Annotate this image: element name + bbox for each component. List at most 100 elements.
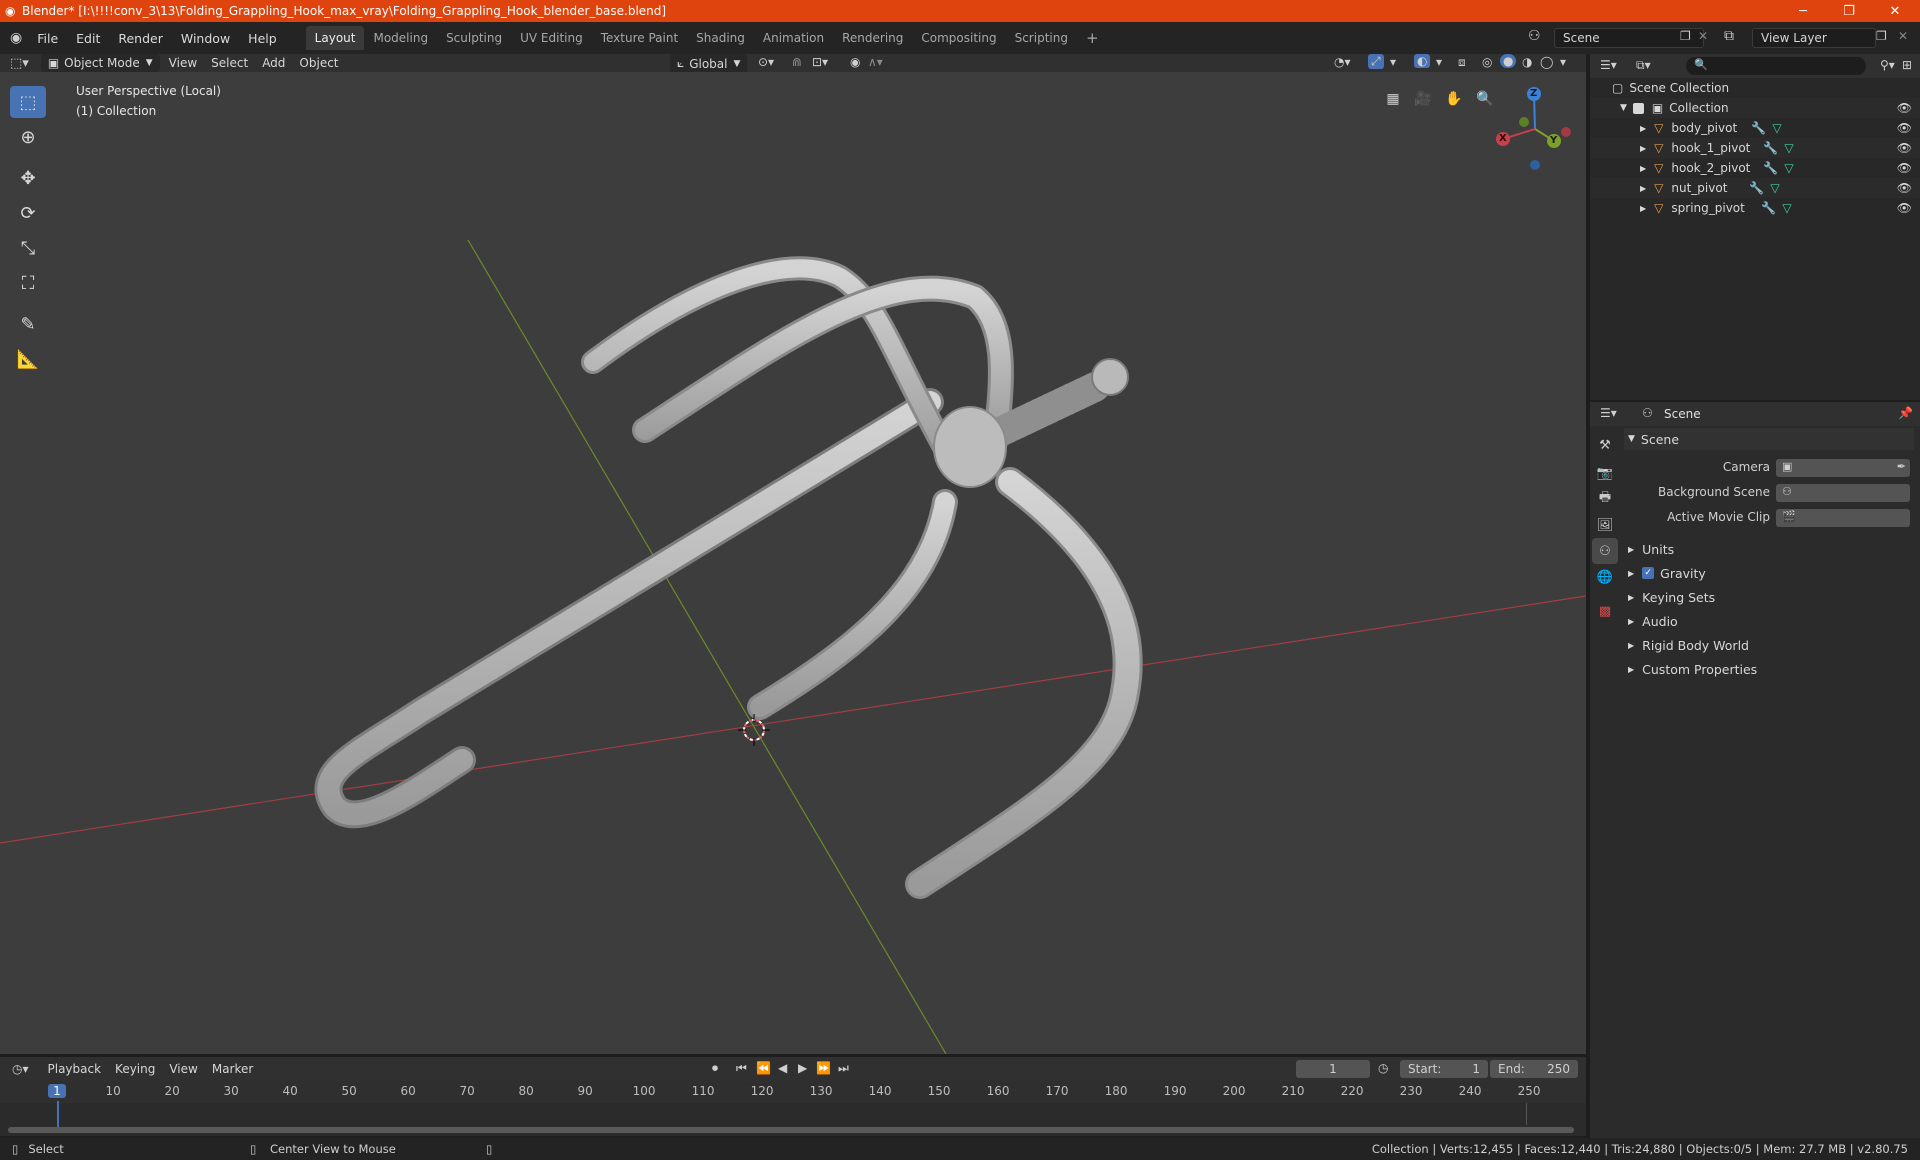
shading-rendered-icon[interactable]: ◯	[1540, 55, 1553, 69]
shading-solid-icon[interactable]: ●	[1500, 54, 1517, 68]
proportional-editing-icon[interactable]: ◉	[850, 55, 860, 69]
camera-view-icon[interactable]: 🎥	[1410, 86, 1436, 112]
shading-wireframe-icon[interactable]: ◎	[1482, 55, 1492, 69]
timeline-menu-marker[interactable]: Marker	[205, 1060, 260, 1078]
tab-scripting[interactable]: Scripting	[1006, 26, 1077, 50]
viewport-menu-select[interactable]: Select	[204, 54, 255, 72]
viewport-menu-object[interactable]: Object	[292, 54, 345, 72]
collection-checkbox[interactable]	[1632, 102, 1644, 114]
outliner-row-object[interactable]: ▶ ▽ spring_pivot 🔧 ▽ 👁	[1590, 198, 1920, 218]
display-mode-icon[interactable]: ⧉▾	[1636, 58, 1651, 73]
view-layer-field[interactable]: View Layer	[1752, 28, 1876, 48]
outliner-row-object[interactable]: ▶ ▽ nut_pivot 🔧 ▽ 👁	[1590, 178, 1920, 198]
mode-selector[interactable]: ▣ Object Mode ▼	[40, 54, 160, 72]
eye-icon[interactable]: 👁	[1897, 181, 1912, 195]
overlays-options-icon[interactable]: ▾	[1436, 55, 1442, 69]
shading-material-icon[interactable]: ◑	[1522, 55, 1532, 69]
outliner-row-object[interactable]: ▶ ▽ body_pivot 🔧 ▽ 👁	[1590, 118, 1920, 138]
expand-arrow-icon[interactable]: ▶	[1640, 184, 1646, 193]
menu-file[interactable]: File	[28, 31, 67, 46]
expand-arrow-icon[interactable]: ▶	[1640, 164, 1646, 173]
background-scene-field[interactable]: ⚇	[1776, 484, 1910, 502]
timeline-menu-playback[interactable]: Playback	[41, 1060, 109, 1078]
minimize-button[interactable]: ─	[1780, 0, 1826, 22]
keying-sets-panel-header[interactable]: ▶ Keying Sets	[1624, 586, 1914, 608]
transform-orientation-selector[interactable]: ⟀ Global ▼	[670, 54, 748, 73]
close-button[interactable]: ✕	[1872, 0, 1918, 22]
pivot-point-icon[interactable]: ⊙▾	[758, 55, 774, 69]
transform-tool-icon[interactable]: ⛶	[10, 267, 46, 299]
delete-view-layer-icon[interactable]: ✕	[1898, 29, 1908, 43]
units-panel-header[interactable]: ▶ Units	[1624, 538, 1914, 560]
pin-icon[interactable]: 📌	[1898, 406, 1913, 420]
eye-icon[interactable]: 👁	[1897, 201, 1912, 215]
render-tab-icon[interactable]: 📷	[1592, 460, 1618, 486]
tab-texture-paint[interactable]: Texture Paint	[592, 26, 687, 50]
eye-icon[interactable]: 👁	[1897, 141, 1912, 155]
current-frame-field[interactable]: 1	[1296, 1060, 1370, 1078]
scene-tab-icon[interactable]: ⚇	[1592, 538, 1618, 564]
frame-ruler[interactable]: 1 10 20 30 40 50 60 70 80 90 100 110 120 130 140 150 160…	[0, 1081, 1586, 1103]
eye-icon[interactable]: 👁	[1897, 121, 1912, 135]
tab-rendering[interactable]: Rendering	[833, 26, 912, 50]
scene-selector-icon[interactable]: ⚇	[1528, 28, 1541, 44]
eye-icon[interactable]: 👁	[1897, 101, 1912, 115]
timeline-menu-keying[interactable]: Keying	[108, 1060, 162, 1078]
viewport-menu-add[interactable]: Add	[255, 54, 292, 72]
rigid-body-world-panel-header[interactable]: ▶ Rigid Body World	[1624, 634, 1914, 656]
new-scene-icon[interactable]: ❐	[1680, 29, 1691, 43]
jump-keyframe-back-icon[interactable]: ⏪	[756, 1061, 771, 1075]
outliner-editor-type-icon[interactable]: ☰▾	[1600, 58, 1617, 72]
preview-range-icon[interactable]: ◷	[1378, 1061, 1388, 1075]
outliner-search-input[interactable]: 🔍	[1686, 57, 1866, 75]
outliner-row-object[interactable]: ▶ ▽ hook_2_pivot 🔧 ▽ 👁	[1590, 158, 1920, 178]
delete-scene-icon[interactable]: ✕	[1698, 29, 1708, 43]
tab-uv-editing[interactable]: UV Editing	[511, 26, 592, 50]
output-tab-icon[interactable]: 🖶	[1592, 486, 1618, 512]
timeline-editor-type-icon[interactable]: ◷▾	[12, 1062, 29, 1076]
record-button-icon[interactable]: ⏺	[712, 1061, 718, 1076]
gizmo-toggle-icon[interactable]: ⤢	[1368, 54, 1384, 69]
custom-properties-panel-header[interactable]: ▶ Custom Properties	[1624, 658, 1914, 680]
expand-arrow-icon[interactable]: ▶	[1640, 144, 1646, 153]
toggle-grid-view-icon[interactable]: ▦	[1380, 86, 1406, 112]
texture-tab-icon[interactable]: ▩	[1592, 598, 1618, 624]
tab-layout[interactable]: Layout	[305, 26, 365, 50]
annotate-tool-icon[interactable]: ✎	[10, 308, 46, 340]
snap-target-icon[interactable]: ⊡▾	[812, 55, 828, 69]
falloff-icon[interactable]: ∧▾	[868, 55, 883, 69]
start-frame-field[interactable]: Start: 1	[1400, 1060, 1488, 1078]
outliner-row-scene-collection[interactable]: ▢ Scene Collection	[1590, 78, 1920, 98]
visibility-selector-icon[interactable]: ◔▾	[1334, 55, 1351, 69]
scene-panel-header[interactable]: ▼ Scene	[1624, 428, 1914, 450]
measure-tool-icon[interactable]: 📐	[10, 343, 46, 375]
jump-keyframe-forward-icon[interactable]: ⏩	[816, 1061, 831, 1075]
select-box-tool-icon[interactable]: ⬚	[10, 86, 46, 118]
tab-modeling[interactable]: Modeling	[364, 26, 437, 50]
current-frame-indicator[interactable]: 1	[48, 1084, 66, 1098]
play-icon[interactable]: ▶	[798, 1061, 807, 1075]
jump-end-icon[interactable]: ⏭	[838, 1061, 849, 1076]
view-layer-tab-icon[interactable]: 🖼	[1592, 512, 1618, 538]
shading-options-icon[interactable]: ▾	[1560, 55, 1566, 69]
tab-compositing[interactable]: Compositing	[912, 26, 1005, 50]
expand-arrow-icon[interactable]: ▶	[1640, 124, 1646, 133]
timeline[interactable]: 1 10 20 30 40 50 60 70 80 90 100 110 120 130 140 150 160…	[0, 1081, 1586, 1136]
tab-animation[interactable]: Animation	[754, 26, 833, 50]
timeline-menu-view[interactable]: View	[162, 1060, 204, 1078]
world-tab-icon[interactable]: 🌐	[1592, 564, 1618, 590]
eye-icon[interactable]: 👁	[1897, 161, 1912, 175]
maximize-button[interactable]: ❐	[1826, 0, 1872, 22]
grappling-hook-model[interactable]	[314, 256, 1143, 899]
expand-arrow-icon[interactable]: ▶	[1640, 204, 1646, 213]
audio-panel-header[interactable]: ▶ Audio	[1624, 610, 1914, 632]
scale-tool-icon[interactable]: ⤡	[10, 232, 46, 264]
timeline-scrollbar[interactable]	[8, 1127, 1574, 1133]
tab-shading[interactable]: Shading	[687, 26, 754, 50]
viewport-menu-view[interactable]: View	[162, 54, 204, 72]
menu-window[interactable]: Window	[172, 31, 239, 46]
gravity-panel-header[interactable]: ▶ ✓ Gravity	[1624, 562, 1914, 584]
overlays-toggle-icon[interactable]: ◐	[1414, 54, 1431, 68]
new-collection-icon[interactable]: ⊞	[1902, 58, 1912, 72]
view-layer-icon[interactable]: ⧉	[1724, 28, 1734, 44]
